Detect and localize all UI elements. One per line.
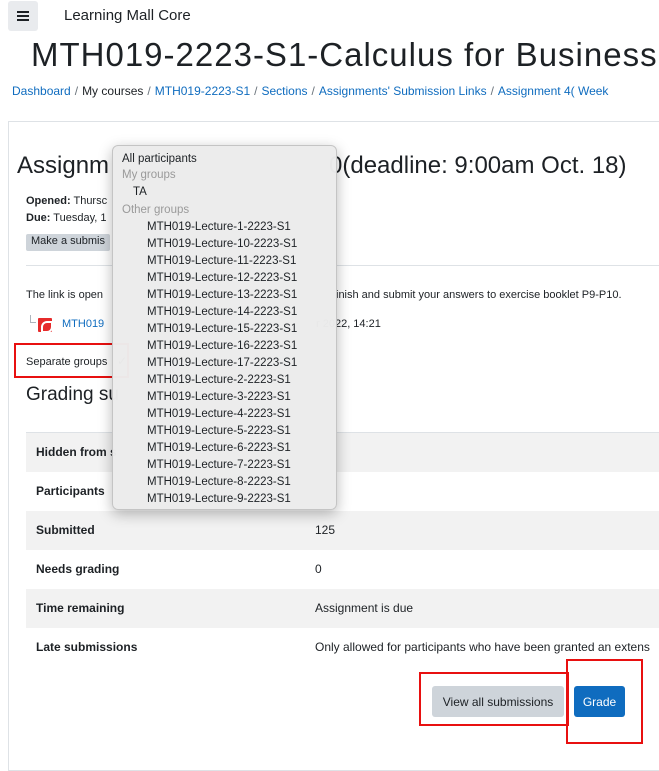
group-dropdown-menu: All participants My groups TA Other grou…: [112, 145, 337, 510]
breadcrumb-current-assignment[interactable]: Assignment 4( Week: [498, 84, 609, 98]
dropdown-option-group[interactable]: MTH019-Lecture-4-2223-S1: [147, 406, 291, 422]
intro-text-left: The link is open: [26, 289, 104, 301]
highlight-box-view-all: [419, 672, 569, 726]
breadcrumb-course[interactable]: MTH019-2223-S1: [155, 84, 250, 98]
dropdown-option-group[interactable]: MTH019-Lecture-6-2223-S1: [147, 440, 291, 456]
row-value: [305, 432, 659, 472]
row-label: Late submissions: [26, 627, 305, 667]
top-navbar: Learning Mall Core: [0, 0, 659, 34]
dropdown-group-header-other-groups: Other groups: [122, 204, 190, 216]
make-submission-button[interactable]: Make a submis: [26, 234, 110, 251]
dropdown-option-group[interactable]: MTH019-Lecture-14-2223-S1: [147, 304, 297, 320]
assignment-heading-right: 0(deadline: 9:00am Oct. 18): [329, 152, 627, 179]
opened-value: Thursc: [70, 195, 108, 207]
dropdown-option-group[interactable]: MTH019-Lecture-12-2223-S1: [147, 270, 297, 286]
breadcrumb-separator: /: [311, 84, 315, 98]
table-row: Time remaining Assignment is due: [26, 588, 659, 628]
row-value: Assignment is due: [305, 588, 659, 628]
breadcrumb-separator: /: [490, 84, 494, 98]
due-label: Due:: [26, 212, 51, 224]
dropdown-option-group[interactable]: MTH019-Lecture-8-2223-S1: [147, 474, 291, 490]
course-title: MTH019-2223-S1-Calculus for Business: [31, 36, 658, 73]
dropdown-option-group[interactable]: MTH019-Lecture-5-2223-S1: [147, 423, 291, 439]
opened-date: Opened: Thursc: [26, 195, 107, 207]
breadcrumb-separator: /: [74, 84, 79, 98]
row-value: 125: [305, 510, 659, 550]
breadcrumb-my-courses[interactable]: My courses: [82, 84, 143, 98]
row-value: [305, 471, 659, 511]
dropdown-option-group[interactable]: MTH019-Lecture-16-2223-S1: [147, 338, 297, 354]
grading-summary-title: Grading su: [26, 384, 119, 405]
nav-drawer-toggle-button[interactable]: [8, 1, 38, 31]
tree-connector: [30, 315, 36, 323]
row-label: Submitted: [26, 510, 305, 550]
assignment-heading-left: Assignm: [17, 152, 110, 179]
intro-text-right: inish and submit your answers to exercis…: [336, 289, 622, 301]
dropdown-option-group[interactable]: MTH019-Lecture-2-2223-S1: [147, 372, 291, 388]
table-row: Needs grading 0: [26, 549, 659, 589]
hamburger-icon: [17, 9, 29, 23]
opened-label: Opened:: [26, 195, 71, 207]
group-mode-label: Separate groups: [26, 356, 108, 368]
dropdown-group-header-my-groups: My groups: [122, 169, 176, 181]
breadcrumb-separator: /: [147, 84, 151, 98]
dropdown-option-group[interactable]: MTH019-Lecture-15-2223-S1: [147, 321, 297, 337]
dropdown-option-group[interactable]: MTH019-Lecture-7-2223-S1: [147, 457, 291, 473]
dropdown-option-group[interactable]: MTH019-Lecture-13-2223-S1: [147, 287, 297, 303]
attachment-link[interactable]: MTH019: [62, 318, 104, 330]
dropdown-option-group[interactable]: MTH019-Lecture-9-2223-S1: [147, 491, 291, 507]
site-name[interactable]: Learning Mall Core: [64, 7, 191, 24]
breadcrumb-submission-links[interactable]: Assignments' Submission Links: [319, 84, 487, 98]
dropdown-option-group[interactable]: MTH019-Lecture-10-2223-S1: [147, 236, 297, 252]
highlight-box-grade: [566, 659, 643, 744]
dropdown-option-group[interactable]: MTH019-Lecture-3-2223-S1: [147, 389, 291, 405]
breadcrumb: Dashboard / My courses / MTH019-2223-S1/Sect…: [12, 84, 659, 102]
dropdown-option-ta[interactable]: TA: [133, 184, 147, 200]
dropdown-option-group[interactable]: MTH019-Lecture-1-2223-S1: [147, 219, 291, 235]
due-value: Tuesday, 1: [50, 212, 107, 224]
table-row: Submitted 125: [26, 510, 659, 550]
dropdown-option-all-participants[interactable]: All participants: [122, 151, 197, 167]
dropdown-option-group[interactable]: MTH019-Lecture-11-2223-S1: [147, 253, 296, 269]
row-label: Needs grading: [26, 549, 305, 589]
dropdown-option-group[interactable]: MTH019-Lecture-17-2223-S1: [147, 355, 297, 371]
due-date: Due: Tuesday, 1: [26, 212, 107, 224]
breadcrumb-dashboard[interactable]: Dashboard: [12, 84, 71, 98]
breadcrumb-separator: /: [254, 84, 258, 98]
row-value: 0: [305, 549, 659, 589]
table-row: Late submissions Only allowed for partici…: [26, 627, 659, 667]
row-label: Time remaining: [26, 588, 305, 628]
breadcrumb-sections[interactable]: Sections: [262, 84, 308, 98]
pdf-file-icon: [38, 318, 53, 333]
